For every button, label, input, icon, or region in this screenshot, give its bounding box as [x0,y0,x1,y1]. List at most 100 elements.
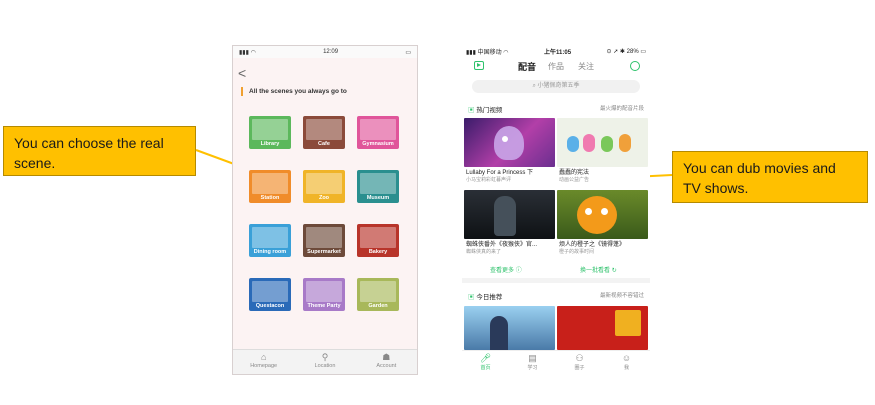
back-chevron-icon[interactable]: < [238,66,246,80]
top-nav: 配音 作品 关注 [462,59,650,75]
video-title[interactable]: 蠢蠢的宪法 [559,169,589,177]
search-input[interactable]: ⌕ 小猪佩奇第五季 [472,80,640,93]
see-more-link[interactable]: 查看更多 ⓘ [490,265,522,274]
callout-dub-movies: You can dub movies and TV shows. [672,151,868,203]
scene-label: Library [260,141,280,147]
scene-label: Garden [368,303,388,309]
scene-illustration [306,227,342,248]
refresh-clock-icon[interactable] [630,61,640,71]
scene-label: Zoo [318,195,330,201]
scene-illustration [252,173,288,194]
carrier-label: ▮▮▮ 中国移动 ◠ [466,49,509,56]
group-icon: ⚇ [575,353,584,363]
scene-label: Station [260,195,280,201]
tab-works[interactable]: 作品 [548,61,564,72]
scene-tile[interactable]: Station [249,170,291,203]
scene-tile[interactable]: Questacon [249,278,291,311]
scene-illustration [252,281,288,302]
bottom-tab-bar: 🎤︎ 首页 ▤ 学习 ⚇ 圈子 ☺ 我 [462,350,650,375]
scene-illustration [252,119,288,140]
video-subtitle: 橙子的故事时间 [559,249,595,255]
video-title[interactable]: 烦人的橙子之《镜得蓬》 [559,241,625,249]
video-title[interactable]: 蜘蛛侠番外《夜猴侠》官... [466,241,537,249]
scene-illustration [306,119,342,140]
scene-tile[interactable]: Theme Party [303,278,345,311]
battery-icon: ▭ [640,48,646,55]
tab-dubbing[interactable]: 配音 [518,60,536,73]
video-thumbnail[interactable] [464,190,555,239]
scene-illustration [360,173,396,194]
scene-tile[interactable]: Garden [357,278,399,311]
scene-tile[interactable]: Supermarket [303,224,345,257]
scene-illustration [360,281,396,302]
scene-label: Theme Party [307,303,341,309]
hot-videos-subtitle: 最火爆的配音片段 [599,106,644,112]
signal-icon: ▮▮▮ [466,49,476,56]
home-icon: ⌂ [260,352,267,362]
scene-label: Cafe [318,141,330,147]
scene-tile[interactable]: Bakery [357,224,399,257]
scene-illustration [252,227,288,248]
video-thumbnail[interactable] [557,190,648,239]
tab-following[interactable]: 关注 [578,61,594,72]
tab-homepage[interactable]: ⌂ Homepage [233,350,294,374]
status-bar: ▮▮▮ ◠ 12:09 ▭ [233,46,417,58]
info-circle-icon: ⓘ [515,268,522,274]
profile-icon: ☺ [621,353,632,363]
hot-icon: ▣ [468,107,475,114]
video-title[interactable]: Lullaby For a Princess 下 [466,169,533,177]
scene-label: Gymnasium [362,141,394,147]
today-recommend-header: ▣ 今日推荐 最新视频不容错过 [468,293,644,301]
scene-tile[interactable]: Museum [357,170,399,203]
scene-label: Dining room [253,249,287,255]
section-divider [462,278,650,283]
scene-label: Questacon [255,303,285,309]
scene-illustration [360,119,396,140]
scene-app-screen: ▮▮▮ ◠ 12:09 ▭ < All the scenes you alway… [232,45,418,375]
scene-tile[interactable]: Dining room [249,224,291,257]
video-thumbnail[interactable] [464,118,555,167]
refresh-batch-link[interactable]: 换一批看看 ↻ [580,265,617,274]
tab-location[interactable]: ⚲ Location [294,350,355,374]
status-time: 12:09 [323,49,339,55]
status-bar: ▮▮▮ 中国移动 ◠ 上午11:05 ⊙ ➚ ✱ 28% ▭ [462,45,650,57]
video-thumbnail[interactable] [557,118,648,167]
tab-study[interactable]: ▤ 学习 [509,351,556,375]
video-thumbnail[interactable] [464,306,555,350]
battery-icon: ▭ [405,49,411,56]
video-subtitle: 蜘蛛侠真的来了 [466,249,502,255]
search-icon: ⌕ [532,83,536,89]
battery-status: ⊙ ➚ ✱ 28% ▭ [606,48,646,55]
video-subtitle: 动画公益广告 [559,177,590,183]
video-subtitle: 小马宝莉彩虹暮声评 [466,177,512,183]
hot-videos-header: ▣ 热门视频 最火爆的配音片段 [468,106,644,114]
scene-illustration [306,281,342,302]
dubbing-app-screen: ▮▮▮ 中国移动 ◠ 上午11:05 ⊙ ➚ ✱ 28% ▭ 配音 作品 关注 … [462,45,650,375]
today-subtitle: 最新视频不容错过 [599,293,644,299]
scene-label: Supermarket [307,249,341,255]
tab-circle[interactable]: ⚇ 圈子 [556,351,603,375]
refresh-icon: ↻ [611,268,617,274]
tab-me[interactable]: ☺ 我 [603,351,650,375]
page-heading: All the scenes you always go to [241,87,347,96]
scene-tile[interactable]: Cafe [303,116,345,149]
tab-account[interactable]: ☗ Account [356,350,417,374]
location-pin-icon: ⚲ [321,352,329,362]
scene-illustration [360,227,396,248]
play-video-icon[interactable] [474,61,484,70]
scene-tile[interactable]: Zoo [303,170,345,203]
account-icon: ☗ [382,352,391,362]
bottom-tab-bar: ⌂ Homepage ⚲ Location ☗ Account [233,349,417,374]
scene-label: Museum [366,195,390,201]
tv-icon: ▣ [468,294,475,301]
scene-illustration [306,173,342,194]
video-thumbnail[interactable] [557,306,648,350]
signal-icon: ▮▮▮ ◠ [239,49,256,56]
tab-home[interactable]: 🎤︎ 首页 [462,351,509,375]
status-time: 上午11:05 [544,49,572,56]
microphone-icon: 🎤︎ [479,353,492,363]
book-icon: ▤ [528,353,537,363]
scene-tile[interactable]: Gymnasium [357,116,399,149]
scene-label: Bakery [368,249,388,255]
scene-tile[interactable]: Library [249,116,291,149]
